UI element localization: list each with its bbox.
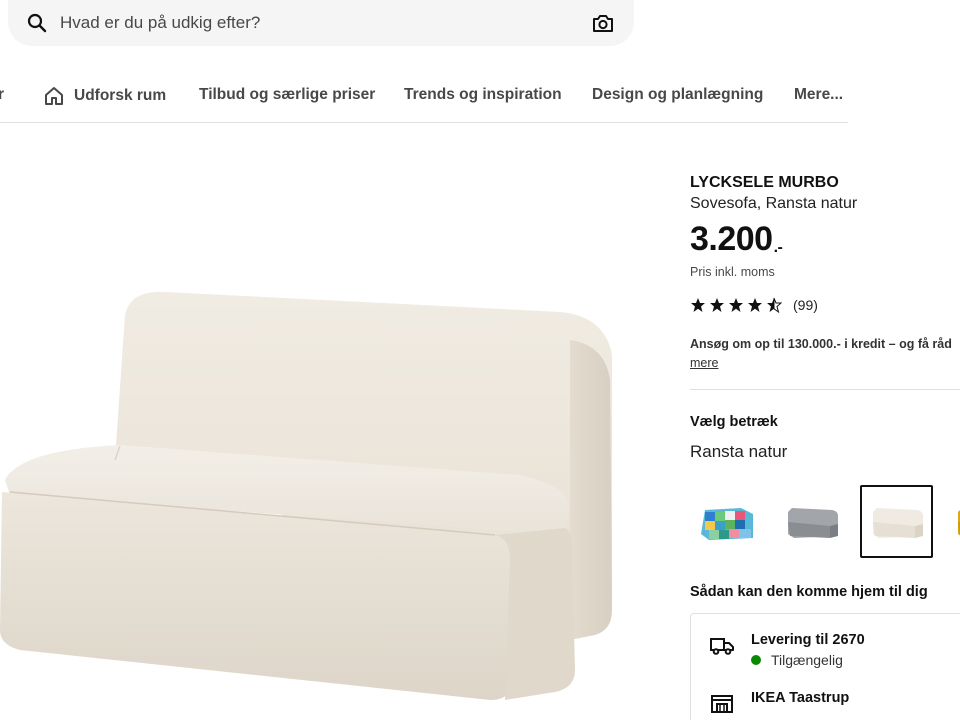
nav-item-design[interactable]: Design og planlægning — [592, 86, 763, 104]
nav-item-partial[interactable]: r — [0, 86, 4, 104]
nav-item-label: Udforsk rum — [74, 87, 167, 104]
price-value: 3.200 — [690, 220, 773, 258]
delivery-status-label: Tilgængelig — [771, 652, 843, 668]
truck-icon — [709, 632, 735, 658]
home-icon — [44, 86, 64, 106]
credit-text: Ansøg om op til 130.000.- i kredit – og … — [690, 337, 952, 351]
delivery-options: Levering til 2670 Tilgængelig IKEA Taast… — [690, 613, 960, 720]
nav-item-more[interactable]: Mere... — [794, 86, 843, 104]
rating-count: (99) — [793, 297, 818, 313]
search-icon[interactable] — [26, 12, 48, 34]
cover-heading: Vælg betræk — [690, 414, 778, 430]
camera-icon[interactable] — [590, 10, 616, 36]
swatch-multicolor[interactable] — [690, 485, 763, 558]
credit-more-link[interactable]: mere — [690, 356, 718, 370]
cover-swatches — [690, 485, 960, 558]
divider — [690, 389, 960, 390]
delivery-status: Tilgængelig — [751, 652, 865, 668]
product-description: Sovesofa, Ransta natur — [690, 195, 858, 212]
swatch-grey[interactable] — [775, 485, 848, 558]
cover-selected-value: Ransta natur — [690, 442, 788, 461]
rating[interactable]: (99) — [690, 297, 818, 313]
delivery-option-title: Levering til 2670 — [751, 632, 865, 648]
search-input[interactable]: Hvad er du på udkig efter? — [60, 13, 590, 33]
main-nav: r Udforsk rum Tilbud og særlige priser T… — [0, 70, 848, 123]
product-price: 3.200.- — [690, 220, 783, 259]
delivery-option-home[interactable]: Levering til 2670 Tilgængelig — [709, 632, 865, 668]
swatch-natural[interactable] — [860, 485, 933, 558]
delivery-heading: Sådan kan den komme hjem til dig — [690, 584, 928, 600]
half-star-icon — [767, 297, 782, 313]
star-icon — [691, 298, 705, 312]
swatch-yellow[interactable] — [945, 485, 960, 558]
star-icon — [710, 298, 724, 312]
vat-note: Pris inkl. moms — [690, 265, 775, 279]
available-dot-icon — [751, 655, 761, 665]
delivery-option-store[interactable]: IKEA Taastrup — [709, 690, 849, 716]
nav-item-trends[interactable]: Trends og inspiration — [404, 86, 562, 104]
product-image[interactable] — [0, 140, 640, 720]
nav-item-explore-rooms[interactable]: Udforsk rum — [44, 86, 166, 106]
product-name: LYCKSELE MURBO — [690, 174, 839, 191]
store-option-title: IKEA Taastrup — [751, 690, 850, 706]
nav-item-offers[interactable]: Tilbud og særlige priser — [199, 86, 375, 104]
store-icon — [709, 690, 735, 716]
star-icon — [748, 298, 762, 312]
price-suffix: .- — [773, 239, 783, 256]
search-bar[interactable]: Hvad er du på udkig efter? — [8, 0, 634, 46]
star-icon — [729, 298, 743, 312]
